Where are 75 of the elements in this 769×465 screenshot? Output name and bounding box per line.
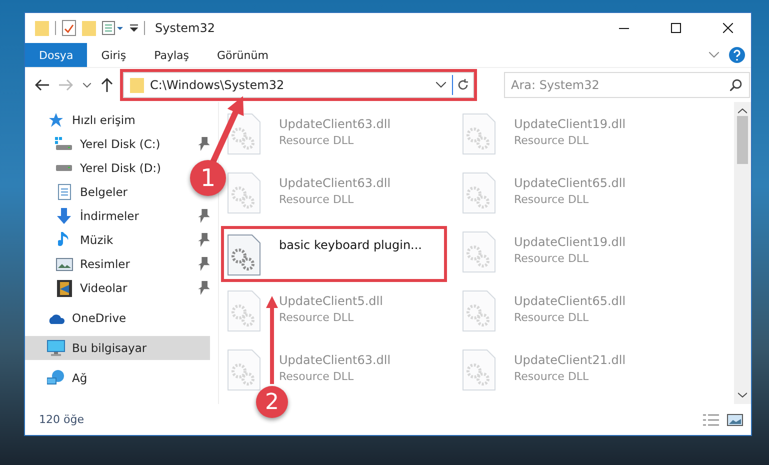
cloud-icon: [47, 312, 65, 324]
checklist-icon[interactable]: [62, 20, 76, 36]
folder-icon: [130, 77, 144, 93]
drive-icon: [55, 137, 73, 151]
ribbon-tab[interactable]: Giriş: [87, 43, 140, 67]
pin-icon[interactable]: [198, 281, 210, 295]
file-type: Resource DLL: [279, 370, 355, 383]
back-arrow-icon[interactable]: [35, 79, 49, 91]
chevron-down-icon[interactable]: [436, 82, 446, 88]
file-gear-icon: [462, 172, 496, 214]
pin-icon[interactable]: [198, 233, 210, 247]
file-gear-icon: [227, 290, 261, 332]
address-field[interactable]: C:\Windows\System32: [123, 72, 474, 98]
file-name: basic keyboard plugin...: [279, 238, 422, 252]
sidebar-item[interactable]: İndirmeler: [25, 204, 145, 228]
file-gear-icon: [227, 172, 261, 214]
sidebar-item[interactable]: Videolar: [25, 276, 134, 300]
picture-icon: [56, 258, 72, 270]
sidebar-item[interactable]: Belgeler: [25, 180, 134, 204]
file-type: Resource DLL: [279, 134, 355, 147]
drive-icon: [55, 165, 73, 171]
film-icon: [56, 280, 72, 296]
search-icon[interactable]: [730, 79, 742, 91]
file-type: Resource DLL: [514, 252, 590, 265]
scrollbar-thumb[interactable]: [737, 116, 748, 164]
sidebar-item[interactable]: Müzik: [25, 228, 120, 252]
file-type: Resource DLL: [514, 193, 590, 206]
file-type: Resource DLL: [514, 370, 590, 383]
thumbnail-view-icon[interactable]: [727, 412, 743, 426]
sidebar-item[interactable]: OneDrive: [25, 306, 132, 330]
sidebar-item[interactable]: Resimler: [25, 252, 136, 276]
file-type: Resource DLL: [279, 311, 355, 324]
file-gear-icon: [462, 349, 496, 391]
dropdown-icon[interactable]: [130, 24, 138, 32]
file-gear-icon: [462, 113, 496, 155]
item-count: 120 öğe: [39, 413, 85, 426]
pin-icon[interactable]: [198, 257, 210, 271]
ribbon-tab[interactable]: Paylaş: [140, 43, 203, 67]
file-gear-icon: [227, 349, 261, 391]
maximize-icon[interactable]: [671, 23, 681, 33]
ribbon-tab[interactable]: Görünüm: [203, 43, 282, 67]
details-view-icon[interactable]: [703, 412, 719, 426]
download-arrow-icon: [56, 208, 72, 224]
sidebar-item[interactable]: Bu bilgisayar: [25, 336, 210, 360]
sidebar-item[interactable]: Ağ: [25, 366, 94, 390]
close-icon[interactable]: [723, 23, 733, 33]
ribbon-tab[interactable]: Dosya: [25, 43, 88, 67]
refresh-icon[interactable]: [457, 79, 469, 91]
properties-icon[interactable]: [102, 21, 124, 35]
file-type: Resource DLL: [514, 311, 590, 324]
file-gear-icon: [227, 234, 261, 276]
sidebar-item[interactable]: Yerel Disk (D:): [25, 156, 168, 180]
file-gear-icon: [227, 113, 261, 155]
search-field[interactable]: Ara: System32: [504, 72, 750, 98]
arrow: [210, 96, 244, 164]
music-note-icon: [58, 232, 70, 248]
chevron-down-icon[interactable]: [83, 82, 91, 88]
file-gear-icon: [462, 231, 496, 273]
document-icon: [58, 184, 70, 200]
network-icon: [47, 370, 65, 386]
sidebar-item[interactable]: Yerel Disk (C:): [25, 132, 166, 156]
highlighted-file[interactable]: basic keyboard plugin...: [223, 228, 445, 280]
pin-icon[interactable]: [198, 209, 210, 223]
file-type: Resource DLL: [514, 134, 590, 147]
help-icon[interactable]: [729, 47, 745, 63]
file-type: Resource DLL: [279, 193, 355, 206]
sidebar-item[interactable]: Hızlı erişim: [25, 108, 142, 132]
file-gear-icon: [462, 290, 496, 332]
star-icon: [48, 112, 64, 128]
monitor-icon: [47, 340, 65, 356]
pin-icon[interactable]: [198, 137, 210, 151]
scroll-down-icon[interactable]: [738, 392, 747, 398]
window-title: System32: [155, 21, 216, 35]
up-arrow-icon[interactable]: [101, 78, 113, 92]
scroll-up-icon[interactable]: [738, 108, 747, 114]
